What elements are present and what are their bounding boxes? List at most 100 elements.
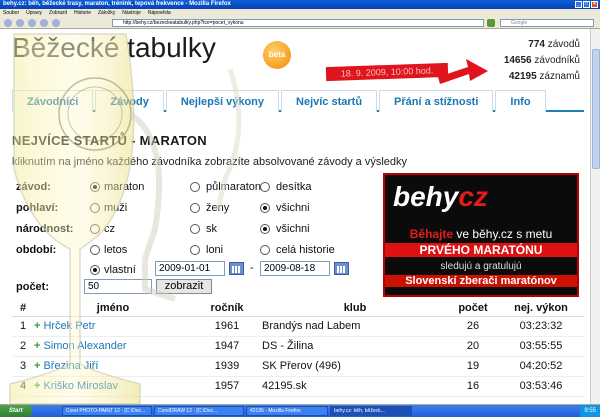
label-pohlavi-vsichni: všichni [276, 202, 310, 214]
calendar-from-icon[interactable] [229, 262, 244, 275]
maximize-button[interactable]: □ [583, 1, 590, 8]
runner-link[interactable]: Simon Alexander [34, 336, 192, 357]
close-button[interactable]: × [591, 1, 598, 8]
home-icon[interactable] [52, 19, 60, 27]
window-titlebar: behy.cz: běh, běžecké trasy, maraton, tr… [0, 0, 600, 9]
col-rank: # [12, 300, 34, 317]
back-icon[interactable] [4, 19, 12, 27]
stat-runners: 14656 závodníků [503, 55, 580, 66]
section-hint: kliknutím na jméno každého závodníka zob… [12, 156, 407, 168]
reload-icon[interactable] [28, 19, 36, 27]
navigation-toolbar: http://behy.cz/bezeckeatabulky.php?tce=p… [0, 17, 600, 29]
vertical-scrollbar[interactable] [590, 29, 600, 404]
menu-historie[interactable]: Historie [74, 9, 91, 17]
col-count: počet [448, 300, 498, 317]
calendar-to-icon[interactable] [334, 262, 349, 275]
tab-zavody[interactable]: Závody [95, 90, 164, 112]
section-title: NEJVÍCE STARTŮ - MARATON [12, 133, 207, 148]
col-name: jméno [34, 300, 192, 317]
tab-nejlepsi-vykony[interactable]: Nejlepší výkony [165, 90, 280, 112]
radio-pohlavi-vsichni[interactable] [260, 203, 270, 213]
site-stats: 774 závodů 14656 závodníků 42195 záznamů [504, 37, 580, 85]
menu-napoveda[interactable]: Nápověda [148, 9, 171, 17]
menu-upravy[interactable]: Úpravy [26, 9, 42, 17]
task-firefox-42195[interactable]: 42195 - Mozilla Firefox [246, 406, 328, 416]
zavod-label: závod: [16, 181, 51, 193]
window-title: behy.cz: běh, běžecké trasy, maraton, tr… [3, 1, 231, 7]
radio-pulmaraton[interactable] [190, 182, 200, 192]
col-year: ročník [192, 300, 262, 317]
label-sk: sk [206, 223, 217, 235]
date-to-input[interactable]: 2009-08-18 [260, 261, 330, 276]
date-badge: 18. 9. 2009, 10:00 hod. [325, 62, 449, 82]
table-row: 3 Březina Jiří 1939 SK Přerov (496) 19 0… [12, 356, 584, 377]
label-zeny: ženy [206, 202, 230, 214]
label-narodnost-vsichni: všichni [276, 223, 310, 235]
banner-line-3: sledujú a gratulujú [440, 261, 522, 272]
narodnost-label: národnost: [16, 223, 74, 235]
radio-zeny[interactable] [190, 203, 200, 213]
label-vlastni: vlastní [104, 264, 136, 276]
tab-prani-a-stiznosti[interactable]: Přání a stížnosti [379, 90, 494, 112]
radio-cz[interactable] [90, 224, 100, 234]
beta-badge: beta [263, 41, 291, 69]
banner-line-1: Běhajte ve běhy.cz s metu [409, 227, 553, 241]
pohlavi-label: pohlaví: [16, 202, 59, 214]
radio-maraton[interactable] [90, 182, 100, 192]
obdobi-label: období: [16, 244, 57, 256]
radio-sk[interactable] [190, 224, 200, 234]
date-from-input[interactable]: 2009-01-01 [155, 261, 225, 276]
stat-records: 42195 záznamů [508, 71, 580, 82]
runner-link[interactable]: Březina Jiří [34, 356, 192, 377]
label-pulmaraton: půlmaraton [206, 181, 262, 193]
page-content: Běžecké tabulky beta 774 závodů 14656 zá… [0, 29, 590, 404]
runner-link[interactable]: Kriško Miroslav [34, 376, 192, 397]
minimize-button[interactable]: _ [575, 1, 582, 8]
radio-narodnost-vsichni[interactable] [260, 224, 270, 234]
site-title[interactable]: Běžecké tabulky [12, 32, 216, 64]
taskbar: Start Corel PHOTO-PAINT 12 - [C:\Doc... … [0, 405, 600, 417]
menu-zalozky[interactable]: Záložky [98, 9, 115, 17]
radio-letos[interactable] [90, 245, 100, 255]
scrollbar-thumb[interactable] [592, 49, 600, 169]
col-best: nej. výkon [498, 300, 584, 317]
radio-cela-historie[interactable] [260, 245, 270, 255]
task-firefox-behy[interactable]: behy.cz: běh, běžeck... [330, 406, 412, 416]
runner-link[interactable]: Hrček Petr [34, 316, 192, 337]
table-row: 1 Hrček Petr 1961 Brandýs nad Labem 26 0… [12, 316, 584, 337]
behycz-banner[interactable]: behycz Běhajte ve běhy.cz s metu PRVÉHO … [383, 173, 579, 297]
red-arrow-icon [438, 59, 488, 84]
menu-nastroje[interactable]: Nástroje [122, 9, 141, 17]
zobrazit-button[interactable]: zobrazit [156, 279, 212, 294]
search-input[interactable]: Google [500, 19, 594, 27]
menu-zobrazit[interactable]: Zobrazit [49, 9, 67, 17]
task-corel-photopaint[interactable]: Corel PHOTO-PAINT 12 - [C:\Doc... [62, 406, 152, 416]
pocet-input[interactable]: 50 [84, 279, 152, 294]
menu-bar: Soubor Úpravy Zobrazit Historie Záložky … [0, 9, 600, 17]
label-maraton: maraton [104, 181, 145, 193]
label-cz: cz [104, 223, 115, 235]
col-club: klub [262, 300, 448, 317]
label-loni: loni [206, 244, 224, 256]
tab-nejvic-startu[interactable]: Nejvíc startů [281, 90, 378, 112]
menu-soubor[interactable]: Soubor [3, 9, 19, 17]
radio-muzi[interactable] [90, 203, 100, 213]
tab-info[interactable]: Info [495, 90, 546, 112]
radio-loni[interactable] [190, 245, 200, 255]
forward-icon[interactable] [16, 19, 24, 27]
url-input[interactable]: http://behy.cz/bezeckeatabulky.php?tce=p… [112, 19, 484, 27]
go-icon[interactable] [487, 19, 495, 27]
start-button[interactable]: Start [0, 405, 32, 417]
table-row: 2 Simon Alexander 1947 DS - Žilina 20 03… [12, 336, 584, 357]
stat-races: 774 závodů [528, 39, 580, 50]
label-desitka: desítka [276, 181, 312, 193]
task-coreldraw[interactable]: CorelDRAW 12 - [C:\Doc... [154, 406, 244, 416]
table-row: 4 Kriško Miroslav 1957 42195.sk 16 03:53… [12, 376, 584, 397]
date-separator: - [250, 262, 254, 274]
radio-vlastni[interactable] [90, 265, 100, 275]
label-letos: letos [104, 244, 128, 256]
radio-desitka[interactable] [260, 182, 270, 192]
banner-line-2: PRVÉHO MARATÓNU [385, 243, 577, 257]
tab-zavodnici[interactable]: Závodníci [12, 90, 94, 112]
stop-icon[interactable] [40, 19, 48, 27]
